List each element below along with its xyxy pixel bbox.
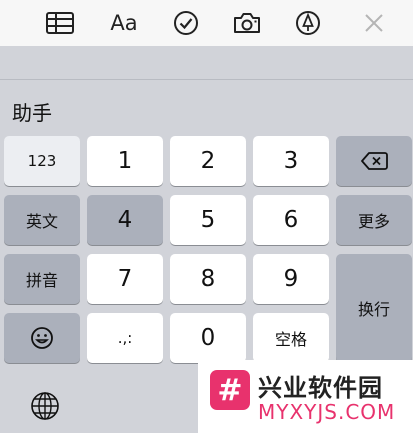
key-1-label: 1 — [117, 148, 133, 174]
watermark-site: MYXYJS.COM — [258, 400, 396, 424]
key-more[interactable]: 更多 — [336, 195, 412, 245]
notes-toolbar: Aa — [0, 0, 413, 46]
camera-icon[interactable] — [229, 5, 265, 41]
toolbar-divider-strip — [0, 46, 413, 80]
emoji-icon — [31, 327, 53, 349]
key-english-label: 英文 — [25, 212, 58, 231]
key-0-label: 0 — [200, 325, 216, 351]
markup-pen-icon[interactable] — [290, 5, 326, 41]
globe-icon[interactable] — [30, 391, 62, 423]
key-9[interactable]: 9 — [253, 254, 329, 304]
key-4[interactable]: 4 — [87, 195, 163, 245]
space-key[interactable]: 空格 — [253, 313, 329, 363]
key-0[interactable]: 0 — [170, 313, 246, 363]
key-5-label: 5 — [200, 207, 216, 233]
key-6[interactable]: 6 — [253, 195, 329, 245]
key-more-label: 更多 — [357, 212, 390, 231]
key-pinyin-label: 拼音 — [25, 271, 58, 290]
key-2-label: 2 — [200, 148, 216, 174]
candidate-bar: 助手 — [0, 81, 413, 133]
key-7[interactable]: 7 — [87, 254, 163, 304]
checklist-icon[interactable] — [168, 5, 204, 41]
candidate-word[interactable]: 助手 — [12, 97, 52, 126]
emoji-key[interactable] — [4, 313, 80, 363]
key-4-label: 4 — [117, 207, 133, 233]
return-key-label: 换行 — [357, 300, 390, 319]
key-2[interactable]: 2 — [170, 136, 246, 186]
backspace-icon — [361, 152, 388, 170]
text-format-label: Aa — [110, 11, 138, 35]
key-123-label: 123 — [27, 152, 57, 170]
key-8[interactable]: 8 — [170, 254, 246, 304]
text-format-icon[interactable]: Aa — [106, 5, 142, 41]
return-key[interactable]: 换行 — [336, 254, 412, 362]
key-3[interactable]: 3 — [253, 136, 329, 186]
space-key-label: 空格 — [274, 330, 307, 349]
key-9-label: 9 — [283, 266, 299, 292]
key-5[interactable]: 5 — [170, 195, 246, 245]
key-123[interactable]: 123 — [4, 136, 80, 186]
key-punctuation-label: .,: — [117, 329, 133, 347]
watermark-logo: # — [210, 370, 250, 410]
key-6-label: 6 — [283, 207, 299, 233]
watermark-name: 兴业软件园 — [258, 374, 383, 402]
key-3-label: 3 — [283, 148, 299, 174]
key-pinyin[interactable]: 拼音 — [4, 254, 80, 304]
delete-key[interactable] — [336, 136, 412, 186]
key-english[interactable]: 英文 — [4, 195, 80, 245]
key-1[interactable]: 1 — [87, 136, 163, 186]
key-8-label: 8 — [200, 266, 216, 292]
watermark: # 兴业软件园 MYXYJS.COM — [198, 360, 413, 433]
key-punctuation[interactable]: .,: — [87, 313, 163, 363]
table-icon[interactable] — [42, 5, 78, 41]
close-icon[interactable] — [356, 5, 392, 41]
key-7-label: 7 — [117, 266, 133, 292]
